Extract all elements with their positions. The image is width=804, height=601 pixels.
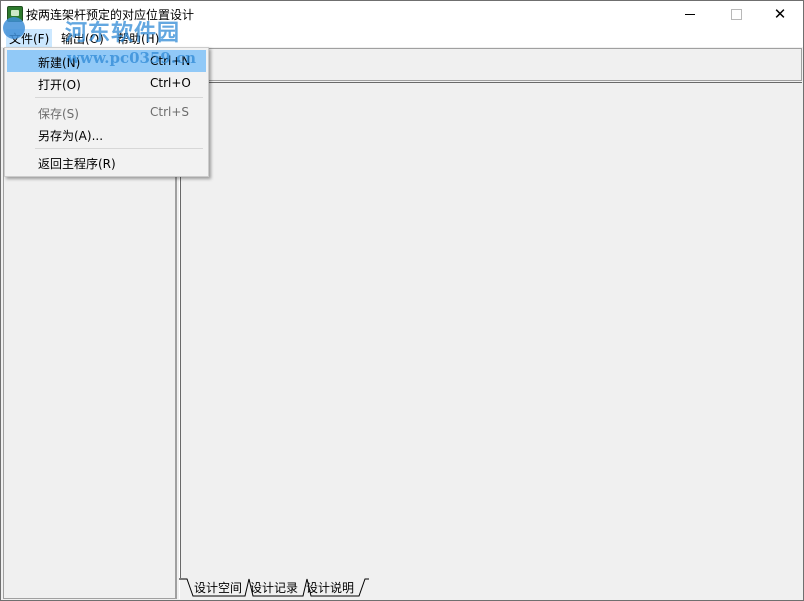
menu-item-label: 另存为(A)... (38, 129, 104, 143)
close-icon: ✕ (773, 4, 787, 23)
menu-item-new[interactable]: 新建(N) Ctrl+N (7, 50, 206, 72)
file-menu-dropdown: 新建(N) Ctrl+N 打开(O) Ctrl+O 保存(S) Ctrl+S 另… (4, 47, 209, 177)
tab-design-notes[interactable]: 设计说明 (306, 579, 354, 596)
menu-item-label: 新建(N) (38, 56, 81, 70)
menu-output[interactable]: 输出(O) (58, 29, 107, 48)
menu-item-label: 保存(S) (38, 107, 79, 121)
menu-help[interactable]: 帮助(H) (114, 29, 162, 48)
maximize-button[interactable] (713, 1, 759, 27)
menu-item-shortcut: Ctrl+S (150, 105, 190, 119)
design-space-area[interactable] (180, 82, 802, 578)
menu-separator (35, 97, 203, 98)
minimize-button[interactable] (667, 1, 713, 27)
menu-bar: 文件(F) 输出(O) 帮助(H) (1, 27, 803, 48)
menu-file[interactable]: 文件(F) (6, 29, 53, 48)
window-title: 按两连架杆预定的对应位置设计 (26, 8, 195, 22)
tab-design-space[interactable]: 设计空间 (194, 579, 242, 596)
app-window: 按两连架杆预定的对应位置设计 ✕ 文件(F) 输出(O) 帮助(H) 设计空间 … (0, 0, 804, 601)
menu-item-label: 打开(O) (38, 78, 81, 92)
title-bar[interactable]: 按两连架杆预定的对应位置设计 ✕ (1, 1, 803, 27)
menu-item-shortcut: Ctrl+O (150, 76, 191, 90)
menu-item-return-main[interactable]: 返回主程序(R) (7, 151, 206, 173)
tab-design-record[interactable]: 设计记录 (250, 579, 298, 596)
menu-item-shortcut: Ctrl+N (150, 54, 191, 68)
close-button[interactable]: ✕ (757, 1, 803, 27)
menu-item-save-as[interactable]: 另存为(A)... (7, 123, 206, 145)
menu-separator (35, 148, 203, 149)
app-icon[interactable] (7, 6, 23, 22)
minimize-icon (685, 13, 695, 15)
maximize-icon (730, 8, 742, 20)
menu-item-open[interactable]: 打开(O) Ctrl+O (7, 72, 206, 94)
tab-strip: 设计空间 设计记录 设计说明 (179, 578, 801, 598)
menu-item-save[interactable]: 保存(S) Ctrl+S (7, 101, 206, 123)
menu-item-label: 返回主程序(R) (38, 157, 116, 171)
